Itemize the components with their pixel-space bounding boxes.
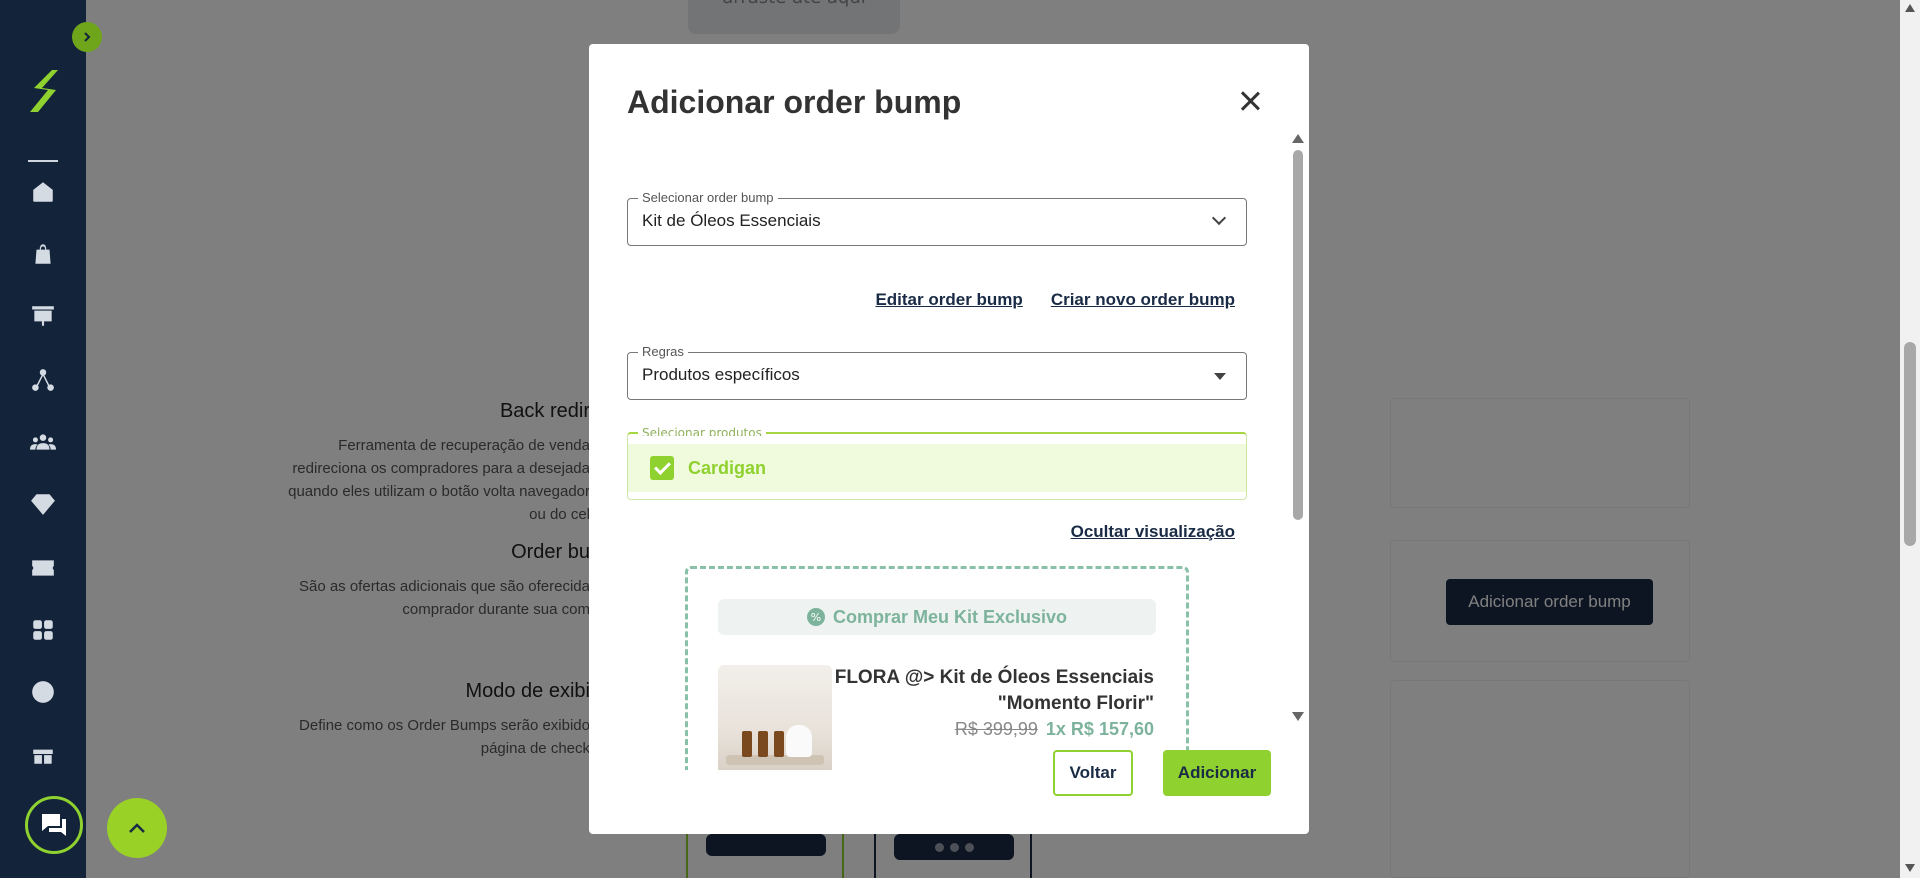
scroll-to-top-button[interactable] xyxy=(107,798,167,858)
field-label: Regras xyxy=(638,344,688,359)
chat-button[interactable] xyxy=(25,796,83,854)
logo xyxy=(30,70,58,112)
scroll-up-arrow-icon[interactable] xyxy=(1905,4,1915,12)
order-bump-preview: % Comprar Meu Kit Exclusivo FLORA @> Kit… xyxy=(685,566,1189,770)
scroll-down-arrow-icon[interactable] xyxy=(1292,712,1304,721)
modal-body: Selecionar order bump Kit de Óleos Essen… xyxy=(589,134,1309,770)
field-label: Selecionar order bump xyxy=(638,190,778,205)
chevron-right-icon xyxy=(84,32,91,42)
close-icon[interactable] xyxy=(1237,88,1263,114)
order-bump-links: Editar order bump Criar novo order bump xyxy=(875,290,1235,310)
scrollbar-thumb[interactable] xyxy=(1293,150,1303,520)
users-group-icon[interactable] xyxy=(29,428,57,456)
price-new: 1x R$ 157,60 xyxy=(1045,719,1154,739)
diamond-icon[interactable] xyxy=(29,490,57,518)
hide-preview-link[interactable]: Ocultar visualização xyxy=(1071,522,1235,542)
rules-select[interactable]: Regras Produtos específicos xyxy=(627,344,1247,400)
home-icon[interactable] xyxy=(29,178,57,206)
ticket-icon[interactable] xyxy=(29,554,57,582)
sidebar xyxy=(0,0,86,878)
discount-badge-icon: % xyxy=(806,608,825,626)
preview-cta-banner: % Comprar Meu Kit Exclusivo xyxy=(718,599,1156,635)
product-option[interactable]: Cardigan xyxy=(628,444,1246,492)
chevron-up-icon xyxy=(129,823,145,833)
preview-price: R$ 399,99 1x R$ 157,60 xyxy=(955,719,1154,740)
select-order-bump-field[interactable]: Selecionar order bump Kit de Óleos Essen… xyxy=(627,190,1247,246)
preview-cta-text: Comprar Meu Kit Exclusivo xyxy=(832,606,1068,627)
modal-scrollbar[interactable] xyxy=(1289,134,1305,724)
field-label: Selecionar produtos xyxy=(638,426,766,436)
add-button[interactable]: Adicionar xyxy=(1163,750,1271,796)
sidebar-expand-button[interactable] xyxy=(72,22,102,52)
sidebar-divider xyxy=(28,160,58,162)
scroll-down-arrow-icon[interactable] xyxy=(1905,864,1915,872)
product-image xyxy=(718,665,832,770)
scrollbar-thumb[interactable] xyxy=(1904,342,1916,546)
create-order-bump-link[interactable]: Criar novo order bump xyxy=(1051,290,1235,310)
caret-down-icon xyxy=(1214,373,1226,380)
chat-icon xyxy=(42,814,66,836)
chevron-down-icon xyxy=(1211,210,1227,226)
affiliates-network-icon[interactable] xyxy=(29,366,57,394)
preview-product-name: FLORA @> Kit de Óleos Essenciais "Moment… xyxy=(834,667,1154,714)
gift-icon[interactable] xyxy=(29,740,57,768)
shopping-bag-icon[interactable] xyxy=(29,240,57,268)
price-old: R$ 399,99 xyxy=(954,719,1038,739)
apps-grid-icon[interactable] xyxy=(29,616,57,644)
add-order-bump-modal: Adicionar order bump Selecionar order bu… xyxy=(589,44,1309,834)
edit-order-bump-link[interactable]: Editar order bump xyxy=(875,290,1022,310)
page-scrollbar[interactable] xyxy=(1900,0,1920,878)
product-option-label: Cardigan xyxy=(688,457,767,478)
back-button[interactable]: Voltar xyxy=(1053,750,1133,796)
field-value: Produtos específicos xyxy=(642,365,800,384)
scroll-up-arrow-icon[interactable] xyxy=(1292,134,1304,143)
modal-title: Adicionar order bump xyxy=(627,84,962,120)
field-value: Kit de Óleos Essenciais xyxy=(642,211,821,230)
presentation-chart-icon[interactable] xyxy=(29,302,57,330)
checkbox-checked-icon[interactable] xyxy=(650,456,674,480)
account-circle-icon[interactable] xyxy=(29,678,57,706)
select-products-field[interactable]: Selecionar produtos Cardigan xyxy=(627,426,1247,500)
